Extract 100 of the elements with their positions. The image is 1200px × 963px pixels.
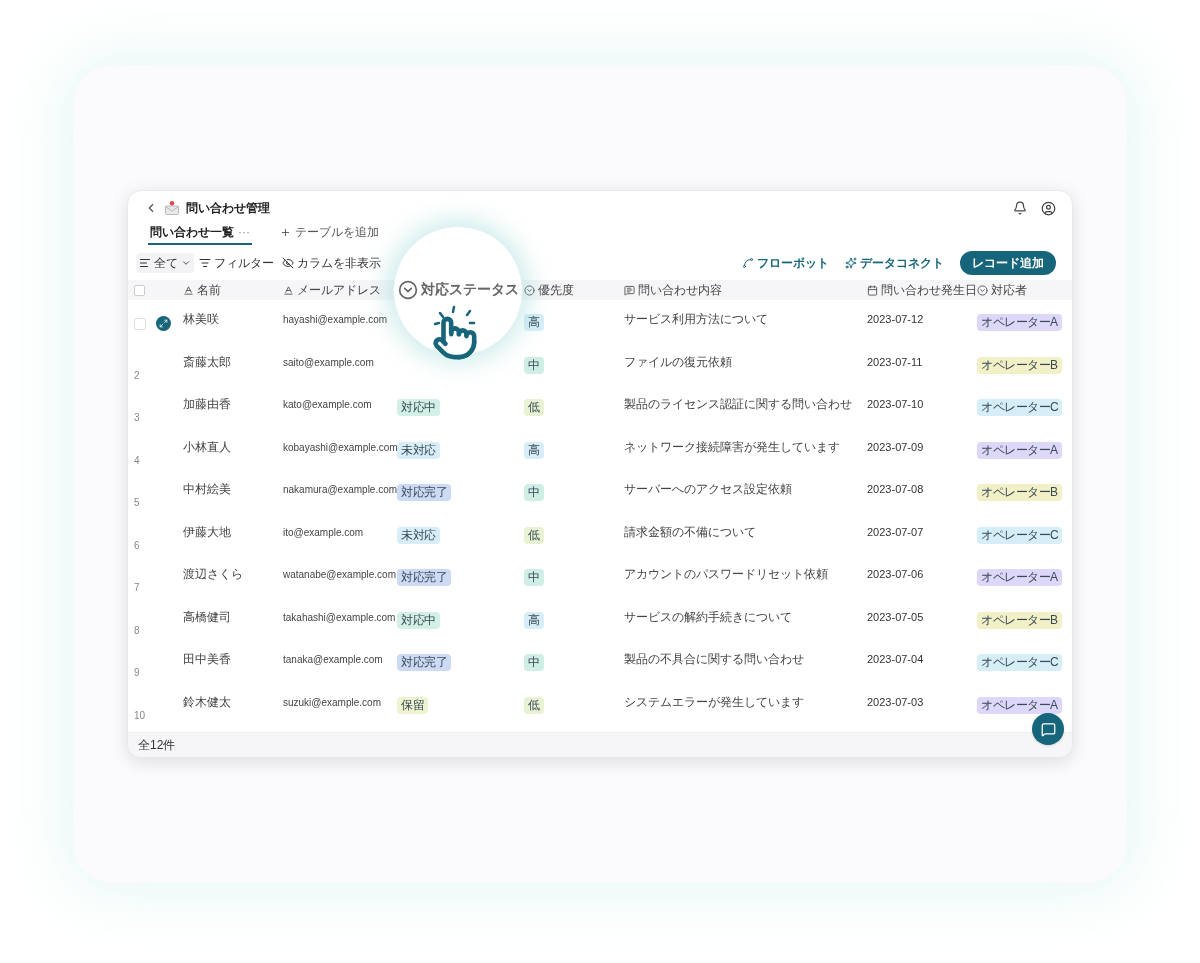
table-cell: 製品の不具合に関する問い合わせ [624,652,804,666]
table-cell: 中村絵美 [183,482,231,496]
filter-icon [199,257,211,269]
table-cell: 2023-07-07 [867,525,924,538]
assignee-tag: オペレーターB [977,356,1062,374]
select-all-checkbox[interactable] [134,284,145,296]
eye-off-icon [282,257,294,269]
table-cell: watanabe@example.com [283,569,396,580]
table-cell: 製品のライセンス認証に関する問い合わせ [624,397,852,411]
select-type-icon [977,284,988,296]
table-cell: ネットワーク接続障害が発生しています [624,439,840,454]
assignee-tag: オペレーターA [977,314,1062,331]
toolbar-button[interactable]: 全て [136,253,194,273]
page-title: 問い合わせ管理 [186,200,270,217]
assignee-tag: オペレーターB [977,484,1062,501]
sparkle-icon [845,257,857,269]
assignee-tag: オペレーターC [977,399,1063,416]
row-number: 10 [134,708,146,723]
column-header[interactable]: 対応者 [991,281,1027,299]
priority-tag: 低 [524,696,544,714]
flow-icon [742,257,754,269]
table-cell: 2023-07-06 [867,568,924,580]
column-header[interactable]: 問い合わせ内容 [638,281,722,299]
table-cell: 小林直人 [183,439,231,454]
expand-row-button[interactable] [156,316,171,331]
user-icon[interactable] [1041,200,1056,216]
priority-tag: 高 [524,441,544,459]
chevron-down-icon [181,258,191,268]
table-cell: 田中美香 [183,652,231,666]
table-cell: 2023-07-03 [867,695,924,708]
table-cell: 2023-07-09 [867,440,924,453]
mailbox-icon [164,200,180,216]
table-cell: kato@example.com [283,399,372,410]
row-number: 3 [134,411,140,425]
column-header[interactable]: 問い合わせ発生日 [881,281,977,299]
toolbar-button[interactable]: フィルター [196,253,277,273]
column-header[interactable]: 優先度 [538,281,574,299]
row-number: 8 [134,623,140,638]
click-burst-icon [432,305,478,327]
row-checkbox[interactable] [134,317,146,330]
assignee-tag: オペレーターC [977,654,1063,671]
table-cell: 林美咲 [183,312,219,326]
table-tab[interactable]: 問い合わせ一覧 ··· [148,225,252,245]
table-cell: suzuki@example.com [283,696,381,708]
status-tag: 対応完了 [397,654,451,671]
table-cell: 2023-07-10 [867,398,924,410]
table-cell: 2023-07-11 [867,355,923,368]
status-tag: 対応中 [397,399,440,416]
table-cell: サービスの解約手続きについて [624,609,792,624]
table-cell: tanaka@example.com [283,654,383,665]
row-number: 4 [134,453,140,468]
table-cell: ファイルの復元依頼 [624,354,732,369]
chat-icon [1040,721,1056,737]
toolbar-link[interactable]: データコネクト [845,254,944,272]
assignee-tag: オペレーターA [977,696,1062,714]
status-tag: 対応完了 [397,484,451,501]
column-header[interactable]: メールアドレス [297,281,381,299]
row-number: 7 [134,581,140,595]
column-header[interactable]: 名前 [197,281,221,299]
table-cell: 2023-07-05 [867,610,924,623]
table-cell: アカウントのパスワードリセット依頼 [624,567,828,581]
add-record-button[interactable]: レコード追加 [960,251,1056,275]
table-cell: 請求金額の不備について [624,524,756,539]
table-cell: システムエラーが発生しています [624,694,804,709]
status-tag: 未対応 [397,526,440,544]
table-cell: ito@example.com [283,526,364,538]
priority-tag: 中 [524,484,544,501]
plus-icon [280,226,291,238]
table-cell: 斎藤太郎 [183,354,231,369]
calendar-icon [867,284,878,296]
long-text-type-icon [624,284,635,296]
table-cell: 2023-07-08 [867,483,924,495]
table-cell: 高橋健司 [183,609,231,624]
priority-tag: 中 [524,569,544,586]
status-tag: 対応中 [397,611,440,629]
notification-bell-icon[interactable] [1013,201,1027,215]
priority-tag: 低 [524,526,544,544]
table-tab[interactable]: テーブルを追加 [278,225,381,245]
row-number: 9 [134,666,140,680]
assignee-tag: オペレーターA [977,441,1062,459]
record-count: 全12件 [138,737,176,754]
table-cell: サーバーへのアクセス設定依頼 [624,482,792,496]
status-tag: 保留 [397,696,428,714]
select-type-icon [524,284,535,296]
status-tag: 対応完了 [397,569,451,586]
status-tag: 未対応 [397,441,440,459]
table-cell: 伊藤大地 [183,524,231,539]
table-cell: 2023-07-04 [867,653,924,665]
magnified-column-header: 対応ステータス [420,280,519,299]
row-number: 2 [134,368,140,383]
priority-tag: 高 [524,611,544,629]
table-cell: 加藤由香 [183,397,231,411]
priority-tag: 高 [524,314,544,331]
row-number: 5 [134,496,140,510]
table-cell: hayashi@example.com [283,314,388,325]
text-type-icon [283,284,294,296]
toolbar-link[interactable]: フローボット [742,254,829,272]
expand-icon [159,319,168,328]
toolbar-button[interactable]: カラムを非表示 [279,253,384,273]
text-type-icon [183,284,194,296]
